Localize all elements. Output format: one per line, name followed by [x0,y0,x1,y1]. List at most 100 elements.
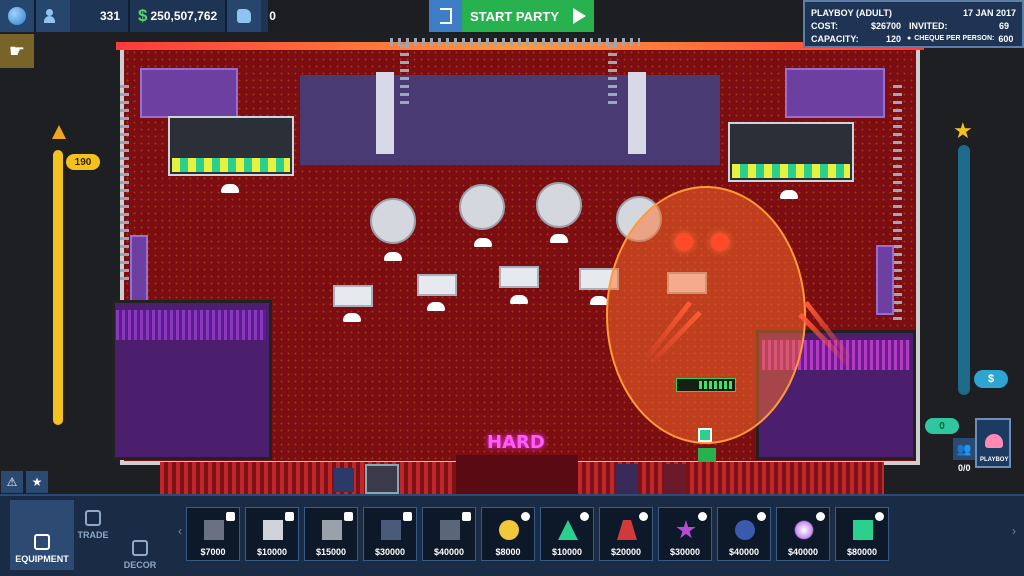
cost-label: COST: [811,20,838,31]
cube-light-icon [853,520,873,540]
truss-leg-right [608,40,617,104]
item-price: $30000 [669,547,701,557]
round-table[interactable] [459,184,505,230]
cheque-label: CHEQUE PER PERSON: [914,35,995,42]
cart-icon[interactable] [698,448,716,462]
armchair-icon [132,540,148,556]
round-table[interactable] [370,198,416,244]
sofa-top-left[interactable] [140,68,238,118]
guest-card[interactable]: PLAYBOY [975,418,1011,468]
bulb-icon [875,512,884,521]
rect-table[interactable] [333,285,373,307]
service-bell-icon[interactable] [550,234,568,243]
beam-light-icon [617,520,637,540]
equipment-item[interactable]: $80000 [835,507,889,561]
cost-value: $26700 [870,20,901,31]
party-info-panel: PLAYBOY (ADULT) 17 JAN 2017 COST: $26700… [803,0,1024,48]
money-stat: $ 250,507,762 [130,0,228,32]
tab-equipment[interactable]: EQUIPMENT [10,500,74,570]
start-party-button[interactable]: START PARTY [462,0,594,32]
dollar-icon: $ [138,6,148,25]
sofa-top-right[interactable] [785,68,885,118]
arcade-machine[interactable] [365,464,399,494]
equipment-item[interactable]: $7000 [186,507,240,561]
alert-button[interactable]: ⚠ [1,471,23,493]
dj-booth-icon [381,520,401,540]
stage[interactable] [300,75,720,165]
service-bell-icon[interactable] [343,313,361,322]
service-bell-icon[interactable] [384,252,402,261]
equipment-item[interactable]: $30000 [658,507,712,561]
tab-decor-label: DECOR [123,560,157,570]
arcade-machine[interactable] [664,464,686,494]
wall-truss-left [120,80,129,280]
arcade-machine[interactable] [616,464,638,494]
hand-pointer-button[interactable]: ☛ [0,34,34,68]
item-price: $10000 [551,547,583,557]
wall-truss-right [893,80,902,320]
service-bell-icon[interactable] [221,184,239,193]
entrance[interactable] [456,455,578,494]
globe-icon[interactable] [0,0,34,32]
cash-value-badge: 0 [925,418,959,434]
star-icon: ★ [31,475,43,489]
item-price: $7000 [200,547,226,557]
cheque-value: 600 [998,33,1014,44]
bar-counter-right[interactable] [728,122,854,182]
spotlight-right[interactable] [711,233,729,251]
equipment-item[interactable]: $8000 [481,507,535,561]
lighting-truss [390,38,640,46]
item-price: $15000 [315,547,347,557]
equipment-item[interactable]: $10000 [540,507,594,561]
sofa-left-side[interactable] [130,235,148,305]
rect-table[interactable] [417,274,457,296]
star-light-icon [676,520,696,539]
item-price: $40000 [787,547,819,557]
invited-value: 69 [998,20,1009,31]
service-bell-icon[interactable] [780,190,798,199]
spotlight-left[interactable] [675,233,693,251]
globe-cell[interactable] [0,0,36,32]
scroll-right-arrow[interactable]: › [1012,524,1016,538]
equipment-item[interactable]: $40000 [776,507,830,561]
tab-decor[interactable]: DECOR [118,530,162,570]
service-bell-icon[interactable] [590,296,608,305]
sofa-right-side[interactable] [876,245,894,315]
scroll-left-arrow[interactable]: ‹ [178,524,182,538]
item-price: $40000 [433,547,465,557]
guests-button[interactable]: 👥 [953,438,975,460]
exit-button[interactable] [429,0,462,32]
equipment-item[interactable]: $40000 [717,507,771,561]
speaker-category-icon [226,512,235,521]
service-bell-icon[interactable] [427,302,445,311]
round-table[interactable] [536,182,582,228]
tab-trade[interactable]: TRADE [72,500,114,540]
equipment-item[interactable]: $30000 [363,507,417,561]
guest-count: 0/0 [958,463,971,473]
equipment-item[interactable]: $20000 [599,507,653,561]
bar-counter-left[interactable] [168,116,294,176]
hand-icon: ☛ [8,40,26,61]
mixer-icon [440,520,460,540]
placement-marker[interactable] [698,428,712,442]
equipment-item[interactable]: $40000 [422,507,476,561]
bulb-icon [816,512,825,521]
bulb-icon [698,512,707,521]
equipment-item[interactable]: $10000 [245,507,299,561]
service-bell-icon[interactable] [474,238,492,247]
rect-table[interactable] [499,266,539,288]
cash-icon [85,510,101,526]
service-bell-icon[interactable] [510,295,528,304]
tab-trade-label: TRADE [77,530,109,540]
selected-light-range[interactable] [606,186,806,444]
bar-lights [172,158,290,172]
favorite-button[interactable]: ★ [26,471,48,493]
bulb-icon [639,512,648,521]
people-icon [36,0,70,32]
people-icon: 👥 [956,442,972,456]
equipment-item[interactable]: $15000 [304,507,358,561]
flare-light-icon [794,520,814,540]
fans-stat: 331 [36,0,130,32]
front-curtain-left [160,462,456,494]
fans-value: 331 [99,9,120,23]
